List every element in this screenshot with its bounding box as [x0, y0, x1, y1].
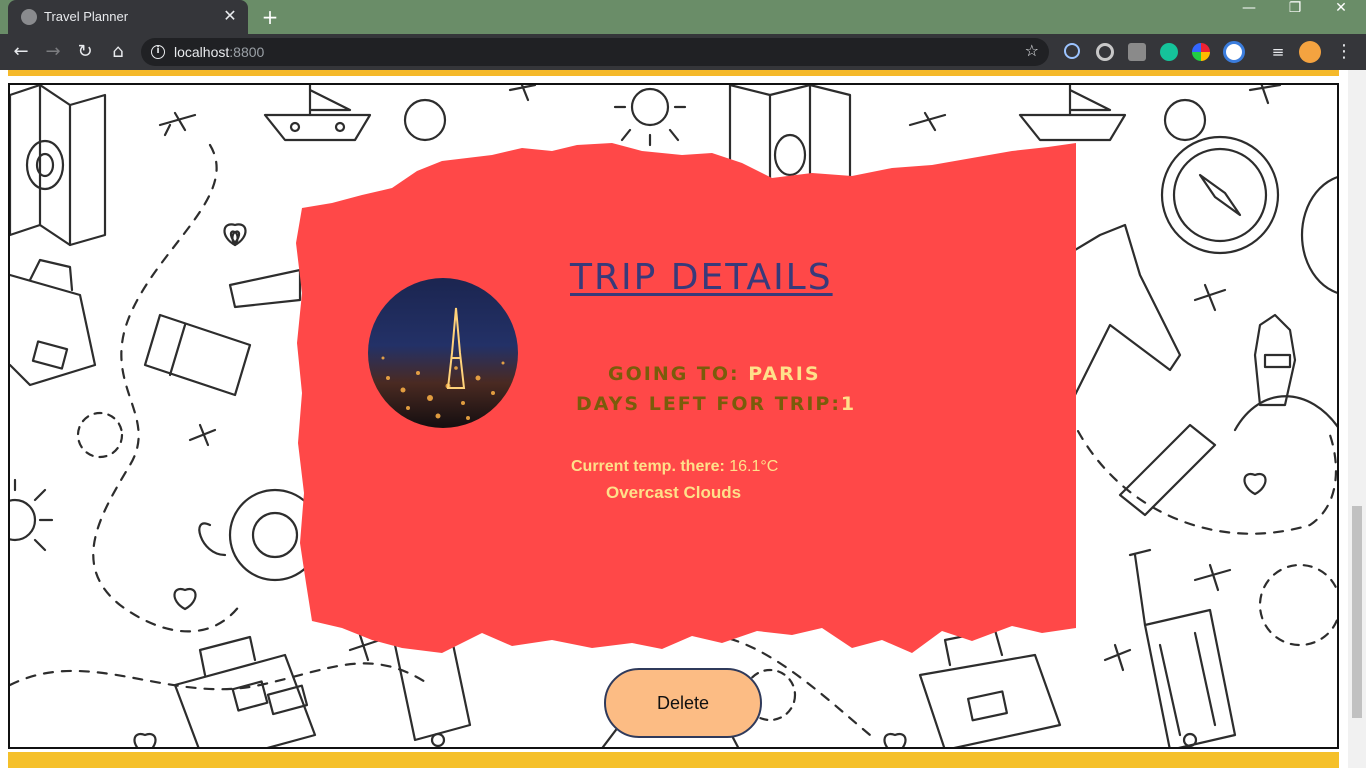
- weather-description: Overcast Clouds: [606, 483, 742, 502]
- info-icon[interactable]: i: [151, 45, 165, 59]
- bookmark-star-icon[interactable]: ☆: [1025, 41, 1039, 60]
- trip-details-title: TRIP DETAILS: [570, 257, 833, 298]
- reload-icon[interactable]: ↻: [71, 38, 99, 66]
- temperature-value: 16.1°C: [729, 458, 779, 475]
- browser-toolbar: ← → ↻ ⌂ i localhost:8800 ☆ ≡ ⋮: [0, 34, 1366, 70]
- delete-button[interactable]: Delete: [604, 668, 762, 738]
- back-icon[interactable]: ←: [7, 38, 35, 66]
- window-close-icon[interactable]: ✕: [1318, 0, 1364, 34]
- page-viewport: TRIP DETAILS GOING TO: PARIS DAYS LEFT F…: [0, 70, 1366, 768]
- destination-value: PARIS: [748, 363, 821, 385]
- react-devtools-icon[interactable]: [1064, 43, 1080, 59]
- home-icon[interactable]: ⌂: [104, 38, 132, 66]
- forward-icon[interactable]: →: [39, 38, 67, 66]
- menu-icon[interactable]: ⋮: [1330, 38, 1358, 66]
- top-accent-strip: [8, 70, 1339, 76]
- destination-image: [368, 278, 518, 428]
- bottom-accent-strip: [8, 752, 1339, 768]
- extension-ring-icon[interactable]: [1096, 43, 1114, 61]
- browser-titlebar: Travel Planner ✕ + — ❐ ✕: [0, 0, 1366, 34]
- color-picker-icon[interactable]: [1192, 43, 1210, 61]
- days-left-line: DAYS LEFT FOR TRIP:1: [576, 393, 857, 415]
- extension-square-icon[interactable]: [1128, 43, 1146, 61]
- url-text: localhost:8800: [174, 44, 265, 60]
- globe-icon: [21, 9, 37, 25]
- address-bar[interactable]: i localhost:8800 ☆: [141, 38, 1049, 66]
- doodle-background: TRIP DETAILS GOING TO: PARIS DAYS LEFT F…: [8, 83, 1339, 749]
- media-queue-icon[interactable]: ≡: [1264, 38, 1292, 66]
- plus-icon[interactable]: +: [258, 5, 282, 29]
- tab-title: Travel Planner: [44, 9, 129, 24]
- browser-tab[interactable]: Travel Planner ✕: [8, 0, 248, 34]
- close-icon[interactable]: ✕: [220, 6, 240, 26]
- restore-icon[interactable]: ❐: [1272, 0, 1318, 34]
- days-left-value: 1: [840, 393, 857, 415]
- avatar[interactable]: [1299, 41, 1321, 63]
- scrollbar-thumb[interactable]: [1352, 506, 1362, 718]
- extension-circle-icon[interactable]: [1223, 41, 1245, 63]
- grammarly-icon[interactable]: [1160, 43, 1178, 61]
- temperature-line: Current temp. there: 16.1°C: [571, 458, 779, 475]
- minimize-icon[interactable]: —: [1226, 0, 1272, 34]
- going-to-line: GOING TO: PARIS: [608, 363, 821, 385]
- page-scrollbar[interactable]: [1348, 70, 1366, 768]
